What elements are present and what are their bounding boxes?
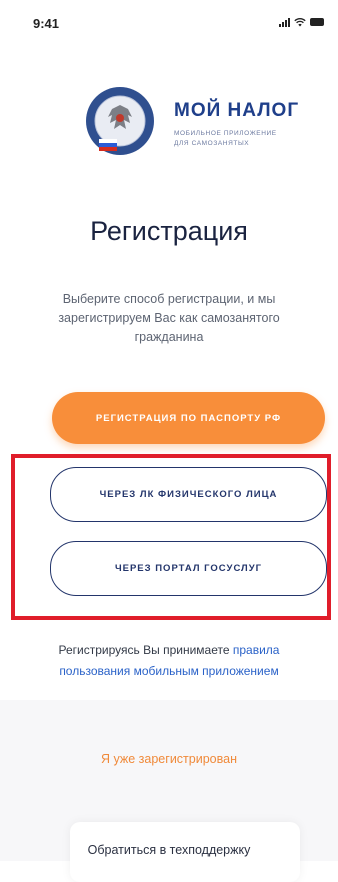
page-subtitle: Выберите способ регистрации, и мы зареги… [30, 290, 308, 347]
passport-registration-button[interactable]: РЕГИСТРАЦИЯ ПО ПАСПОРТУ РФ [52, 392, 325, 444]
already-registered-link[interactable]: Я уже зарегистрирован [0, 752, 338, 766]
subtitle-line: гражданина [134, 330, 204, 344]
terms-prefix: Регистрируясь Вы принимаете [58, 643, 233, 657]
subtitle-line: зарегистрируем Вас как самозанятого [58, 311, 280, 325]
wifi-icon [294, 18, 306, 27]
subtitle-line: Выберите способ регистрации, и мы [62, 292, 276, 306]
status-bar: 9:41 [0, 0, 338, 40]
support-button[interactable]: Обратиться в техподдержку [0, 843, 338, 857]
page-title: Регистрация [90, 216, 248, 246]
terms-link-continued[interactable]: пользования мобильным приложением [59, 664, 278, 678]
brand-subtitle-line: ДЛЯ САМОЗАНЯТЫХ [174, 140, 250, 147]
battery-icon [310, 18, 324, 26]
brand-subtitle: МОБИЛЬНОЕ ПРИЛОЖЕНИЕ ДЛЯ САМОЗАНЯТЫХ [174, 129, 277, 149]
highlight-annotation [11, 454, 331, 620]
fns-emblem-icon [86, 87, 154, 155]
brand-subtitle-line: МОБИЛЬНОЕ ПРИЛОЖЕНИЕ [174, 130, 277, 137]
status-icons [279, 17, 324, 27]
status-time: 9:41 [33, 16, 60, 31]
terms-text: Регистрируясь Вы принимаете правила поль… [30, 640, 308, 682]
signal-icon [279, 17, 290, 27]
terms-link[interactable]: правила [233, 643, 280, 657]
brand-title: МОЙ НАЛОГ [174, 100, 300, 121]
